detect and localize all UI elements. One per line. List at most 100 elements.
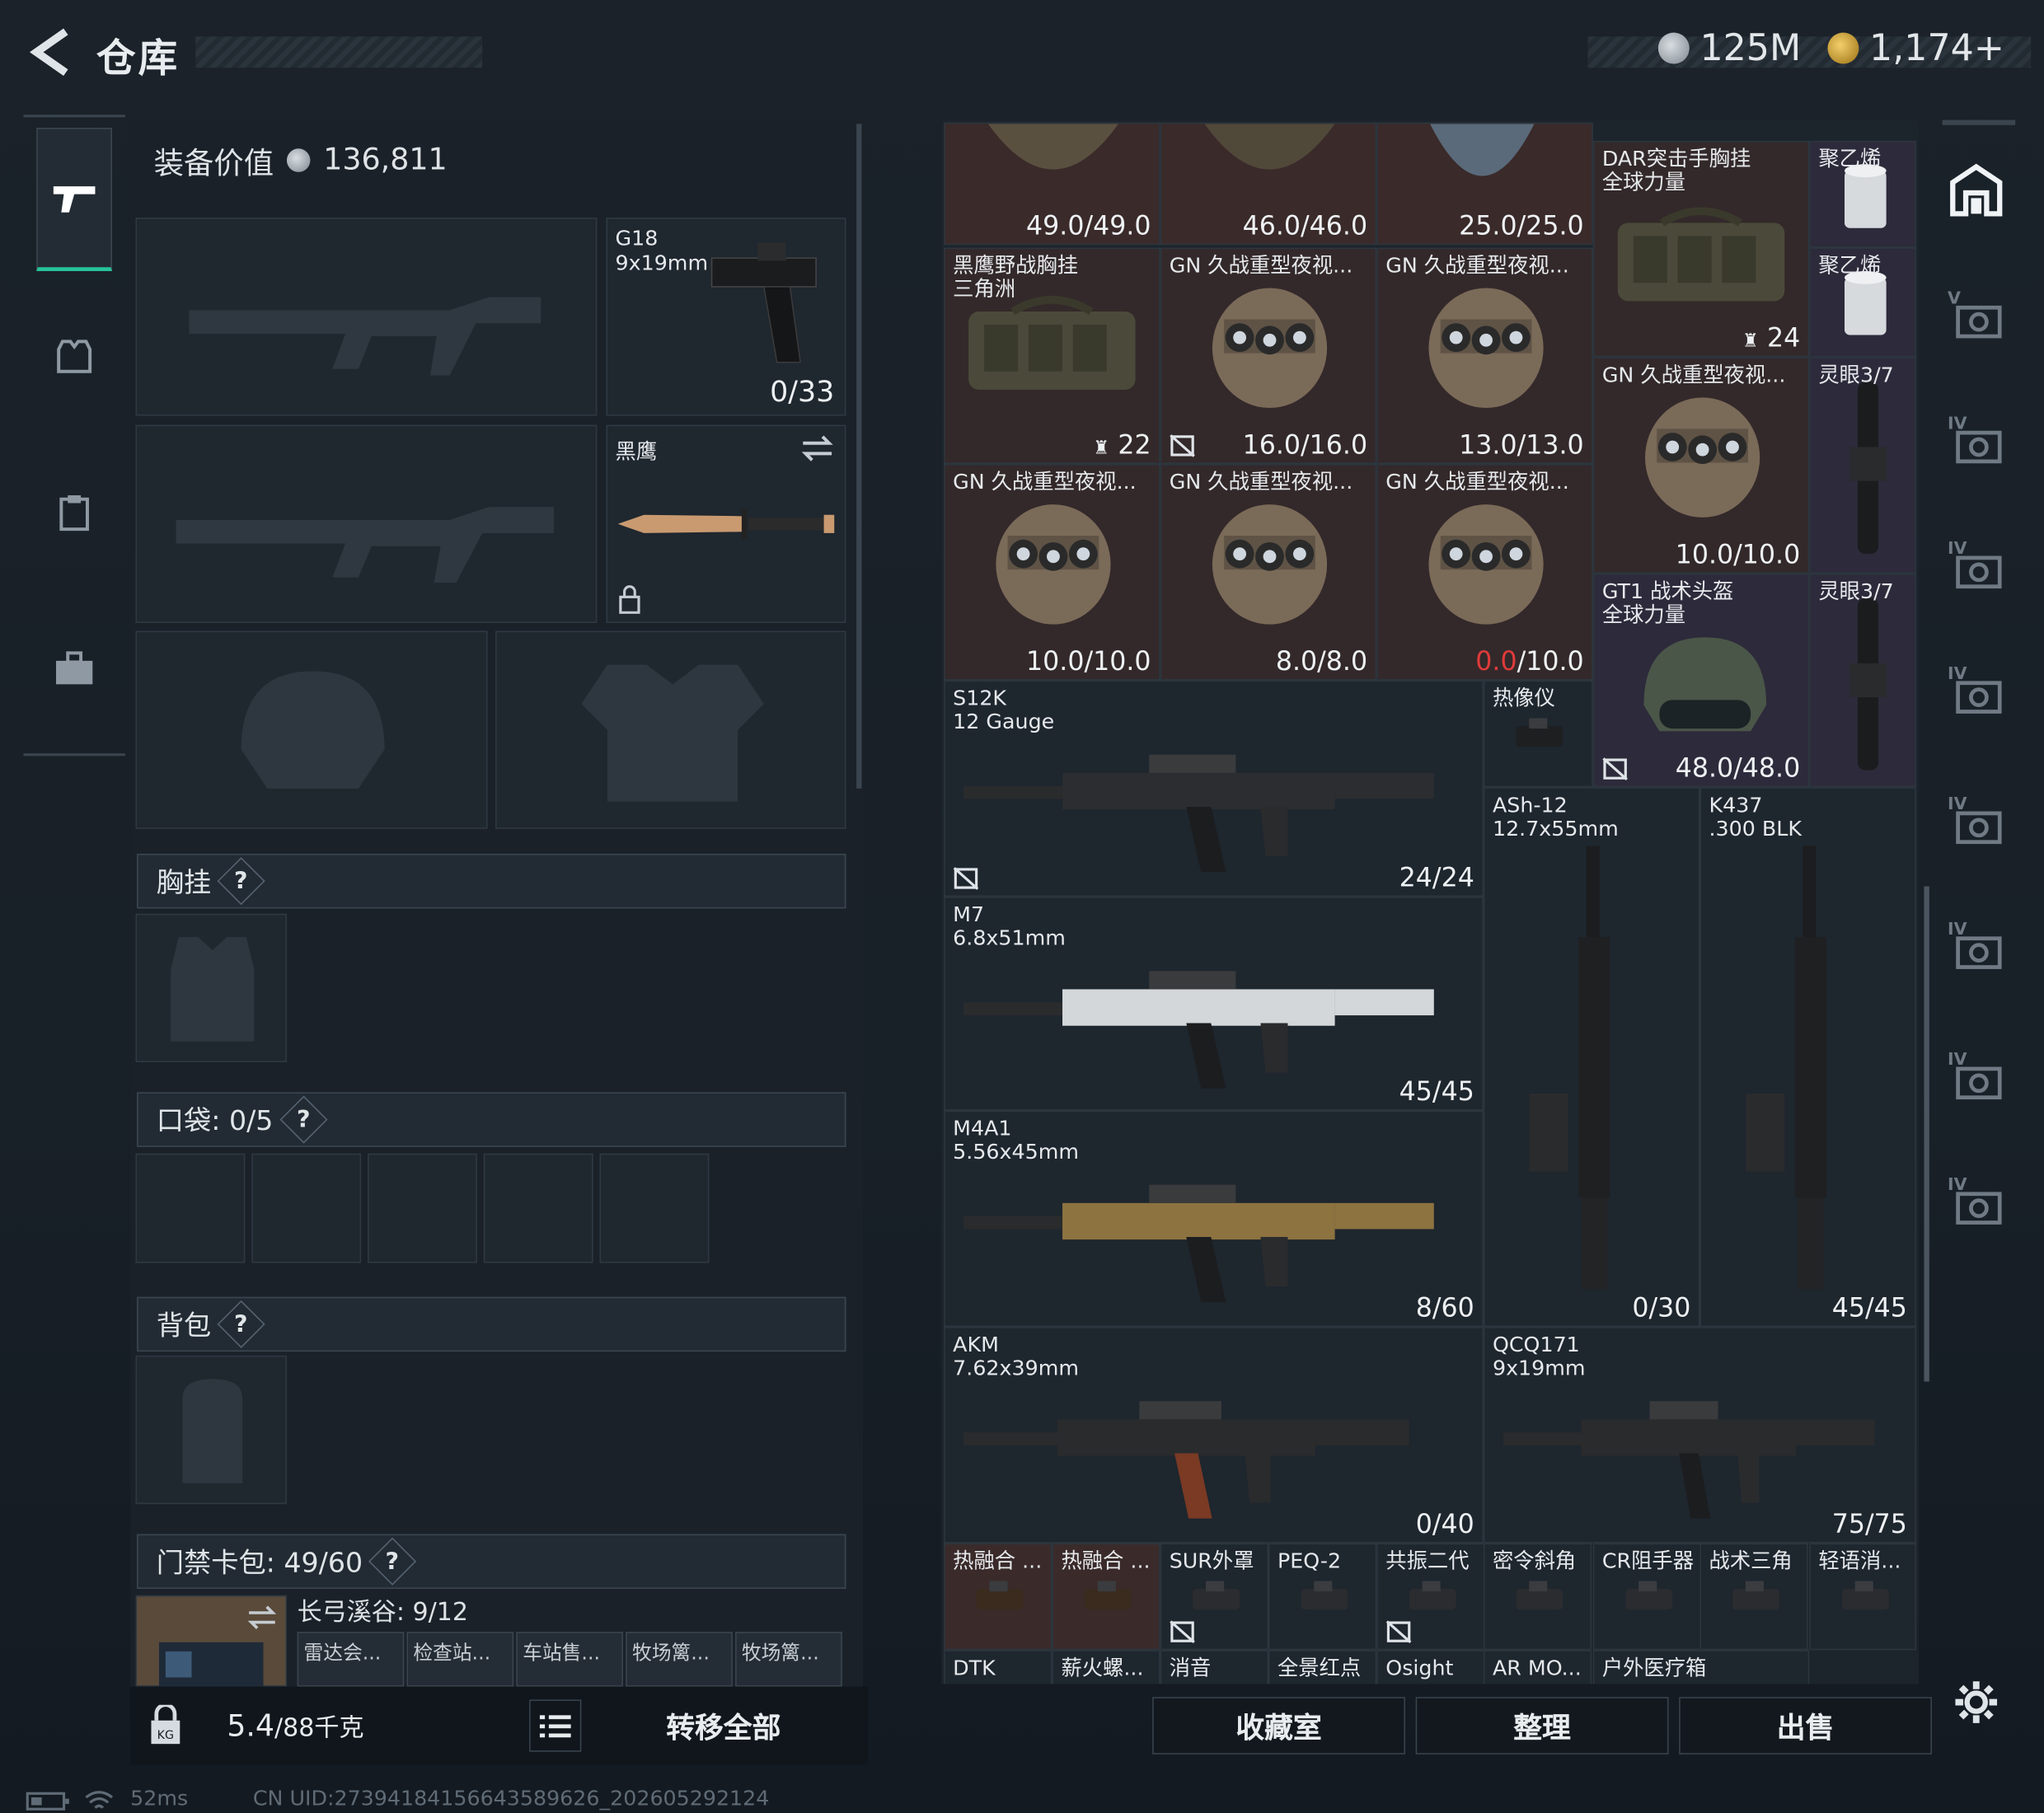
night-vision-item-4[interactable]: GN 久战重型夜视... 10.0/10.0 bbox=[944, 464, 1160, 681]
collection-room-button[interactable]: 收藏室 bbox=[1152, 1697, 1405, 1754]
helmet-item-3[interactable]: 25.0/25.0 bbox=[1376, 122, 1593, 246]
night-vision-item-5[interactable]: GN 久战重型夜视... 8.0/8.0 bbox=[1160, 464, 1377, 681]
night-vision-helmet-image bbox=[1212, 288, 1328, 409]
m4a1-item[interactable]: M4A1 5.56x45mm 8/60 bbox=[944, 1110, 1484, 1328]
polyethylene-item-1[interactable]: 聚乙烯 bbox=[1809, 140, 1916, 248]
night-vision-item-3[interactable]: GN 久战重型夜视... 10.0/10.0 bbox=[1592, 357, 1810, 574]
attachment-item-2[interactable]: 热融合 ... bbox=[1052, 1543, 1160, 1651]
gt1-helmet-item[interactable]: GT1 战术头盔 全球力量 48.0/48.0 bbox=[1592, 573, 1810, 788]
rail-category-6[interactable]: IV bbox=[1948, 921, 2008, 981]
attachment2-item-5[interactable]: Osight bbox=[1376, 1650, 1485, 1684]
inventory-grid: 49.0/49.0 46.0/46.0 25.0/25.0 ♜ 24 DAR突击手胸挂 … bbox=[940, 119, 1920, 1684]
keycard-item[interactable]: 雷达会... bbox=[297, 1632, 405, 1687]
settings-gear-icon[interactable] bbox=[1953, 1679, 1999, 1726]
thermal-imager-item[interactable]: 热像仪 bbox=[1483, 680, 1593, 788]
akm-item[interactable]: AKM 7.62x39mm 0/40 bbox=[944, 1327, 1484, 1544]
rail-category-1[interactable]: V bbox=[1948, 289, 2008, 349]
swap-icon[interactable] bbox=[800, 434, 834, 463]
equipment-value: 装备价值 136,811 bbox=[154, 138, 448, 183]
rail-category-8[interactable]: IV bbox=[1948, 1176, 2008, 1236]
backpack-slot[interactable] bbox=[135, 1355, 287, 1505]
pocket-slot-5[interactable] bbox=[599, 1153, 710, 1263]
night-vision-item-6[interactable]: GN 久战重型夜视... 0.0/10.0 bbox=[1376, 464, 1593, 681]
body-armor-slot[interactable] bbox=[495, 630, 846, 829]
attachment-item-6[interactable]: 密令斜角 bbox=[1483, 1543, 1592, 1651]
keycard-item[interactable]: 车站售... bbox=[516, 1632, 624, 1687]
qcq171-item[interactable]: QCQ171 9x19mm 75/75 bbox=[1483, 1327, 1916, 1544]
keycard-item[interactable]: 牧场篱... bbox=[735, 1632, 842, 1687]
list-view-button[interactable] bbox=[529, 1699, 582, 1752]
attachment2-item-3[interactable]: 消音 bbox=[1160, 1650, 1268, 1684]
s12k-item[interactable]: S12K 12 Gauge 24/24 bbox=[944, 680, 1484, 897]
attachment-item-9[interactable]: 轻语消... bbox=[1809, 1543, 1916, 1651]
organize-button[interactable]: 整理 bbox=[1415, 1697, 1669, 1754]
keycard-item[interactable]: 检查站... bbox=[406, 1632, 514, 1687]
help-icon[interactable]: ? bbox=[217, 1300, 265, 1348]
attachment-item-7[interactable]: CR阻手器 bbox=[1592, 1543, 1702, 1651]
attachment2-item-1[interactable]: DTK bbox=[944, 1650, 1052, 1684]
keycard-holder-slot[interactable] bbox=[135, 1595, 287, 1689]
rail-category-2[interactable]: IV bbox=[1948, 415, 2008, 475]
attachment-item-5[interactable]: 共振二代 bbox=[1376, 1543, 1485, 1651]
gold-currency[interactable]: 1,174+ bbox=[1827, 26, 2004, 69]
silver-currency[interactable]: 125M bbox=[1657, 26, 1801, 69]
pocket-slot-2[interactable] bbox=[251, 1153, 362, 1263]
night-vision-item-2[interactable]: GN 久战重型夜视... 13.0/13.0 bbox=[1376, 247, 1593, 465]
ash12-item[interactable]: ASh-12 12.7x55mm 0/30 bbox=[1483, 787, 1700, 1328]
rail-category-7[interactable]: IV bbox=[1948, 1051, 2008, 1111]
attachment-item-8[interactable]: 战术三角 bbox=[1699, 1543, 1808, 1651]
primary-weapon-slot-1[interactable] bbox=[135, 218, 598, 416]
sidearm-slot[interactable]: G18 9x19mm 0/33 bbox=[606, 218, 846, 416]
sell-button[interactable]: 出售 bbox=[1679, 1697, 1932, 1754]
help-icon[interactable]: ? bbox=[217, 857, 265, 906]
scope-item-2[interactable]: 灵眼3/7 bbox=[1809, 573, 1916, 788]
vest-icon bbox=[57, 340, 92, 373]
helmet-item-2[interactable]: 46.0/46.0 bbox=[1160, 122, 1377, 246]
blackhawk-chest-rig-item[interactable]: ♜ 22 黑鹰野战胸挂 三角洲 bbox=[944, 247, 1160, 465]
rail-category-3[interactable]: IV bbox=[1948, 540, 2008, 600]
backpack-header: 背包 ? bbox=[137, 1296, 846, 1352]
back-button[interactable] bbox=[23, 26, 75, 78]
night-vision-item-1[interactable]: GN 久战重型夜视... 16.0/16.0 bbox=[1160, 247, 1377, 465]
helmet-slot[interactable] bbox=[135, 630, 488, 829]
attachment2-item-6[interactable]: AR MO... bbox=[1483, 1650, 1592, 1684]
inventory-scrollbar[interactable] bbox=[1924, 886, 1929, 1382]
dar-chest-rig-item[interactable]: ♜ 24 DAR突击手胸挂 全球力量 bbox=[1592, 140, 1810, 358]
silver-coin-icon bbox=[1657, 31, 1690, 63]
attachment-item-1[interactable]: 热融合 ... bbox=[944, 1543, 1052, 1651]
helmet-item-1[interactable]: 49.0/49.0 bbox=[944, 122, 1160, 246]
chest-rig-slot[interactable] bbox=[135, 913, 287, 1063]
polyethylene-item-2[interactable]: 聚乙烯 bbox=[1809, 247, 1916, 358]
m7-item[interactable]: M7 6.8x51mm 45/45 bbox=[944, 897, 1484, 1111]
rail-category-4[interactable]: IV bbox=[1948, 665, 2008, 725]
help-icon[interactable]: ? bbox=[368, 1537, 417, 1586]
loadout-scrollbar[interactable] bbox=[856, 124, 862, 789]
nav-consumables[interactable] bbox=[36, 441, 112, 584]
attachment2-item-2[interactable]: 薪火螺... bbox=[1052, 1650, 1160, 1684]
item-name: 热融合 ... bbox=[1061, 1548, 1151, 1573]
swap-icon[interactable] bbox=[246, 1605, 278, 1631]
k437-item[interactable]: K437 .300 BLK 45/45 bbox=[1699, 787, 1916, 1328]
nav-equipment[interactable] bbox=[36, 284, 112, 428]
attachment-item-3[interactable]: SUR外罩 bbox=[1160, 1543, 1268, 1651]
keycard-item[interactable]: 牧场篱... bbox=[626, 1632, 733, 1687]
scope-item-1[interactable]: 灵眼3/7 bbox=[1809, 357, 1916, 574]
item-name: DTK bbox=[953, 1655, 996, 1680]
item-name: 灵眼3/7 bbox=[1818, 579, 1894, 604]
warehouse-icon[interactable] bbox=[1948, 162, 2005, 219]
wifi-icon bbox=[85, 1791, 114, 1809]
attachment-item-4[interactable]: PEQ-2 bbox=[1268, 1543, 1377, 1651]
nav-weapons[interactable] bbox=[36, 127, 113, 271]
attachment2-item-7[interactable]: 户外医疗箱 bbox=[1592, 1650, 1810, 1684]
item-name: 户外医疗箱 bbox=[1601, 1655, 1707, 1680]
rail-category-5[interactable]: IV bbox=[1948, 795, 2008, 855]
help-icon[interactable]: ? bbox=[279, 1095, 327, 1144]
attachment2-item-4[interactable]: 全景红点 bbox=[1268, 1650, 1377, 1684]
transfer-all-button[interactable]: 转移全部 bbox=[626, 1699, 821, 1751]
pocket-slot-3[interactable] bbox=[368, 1153, 477, 1263]
pocket-slot-4[interactable] bbox=[483, 1153, 593, 1263]
melee-slot[interactable]: 黑鹰 bbox=[606, 424, 846, 624]
primary-weapon-slot-2[interactable] bbox=[135, 424, 598, 624]
nav-tools[interactable] bbox=[36, 597, 112, 740]
pocket-slot-1[interactable] bbox=[135, 1153, 246, 1263]
